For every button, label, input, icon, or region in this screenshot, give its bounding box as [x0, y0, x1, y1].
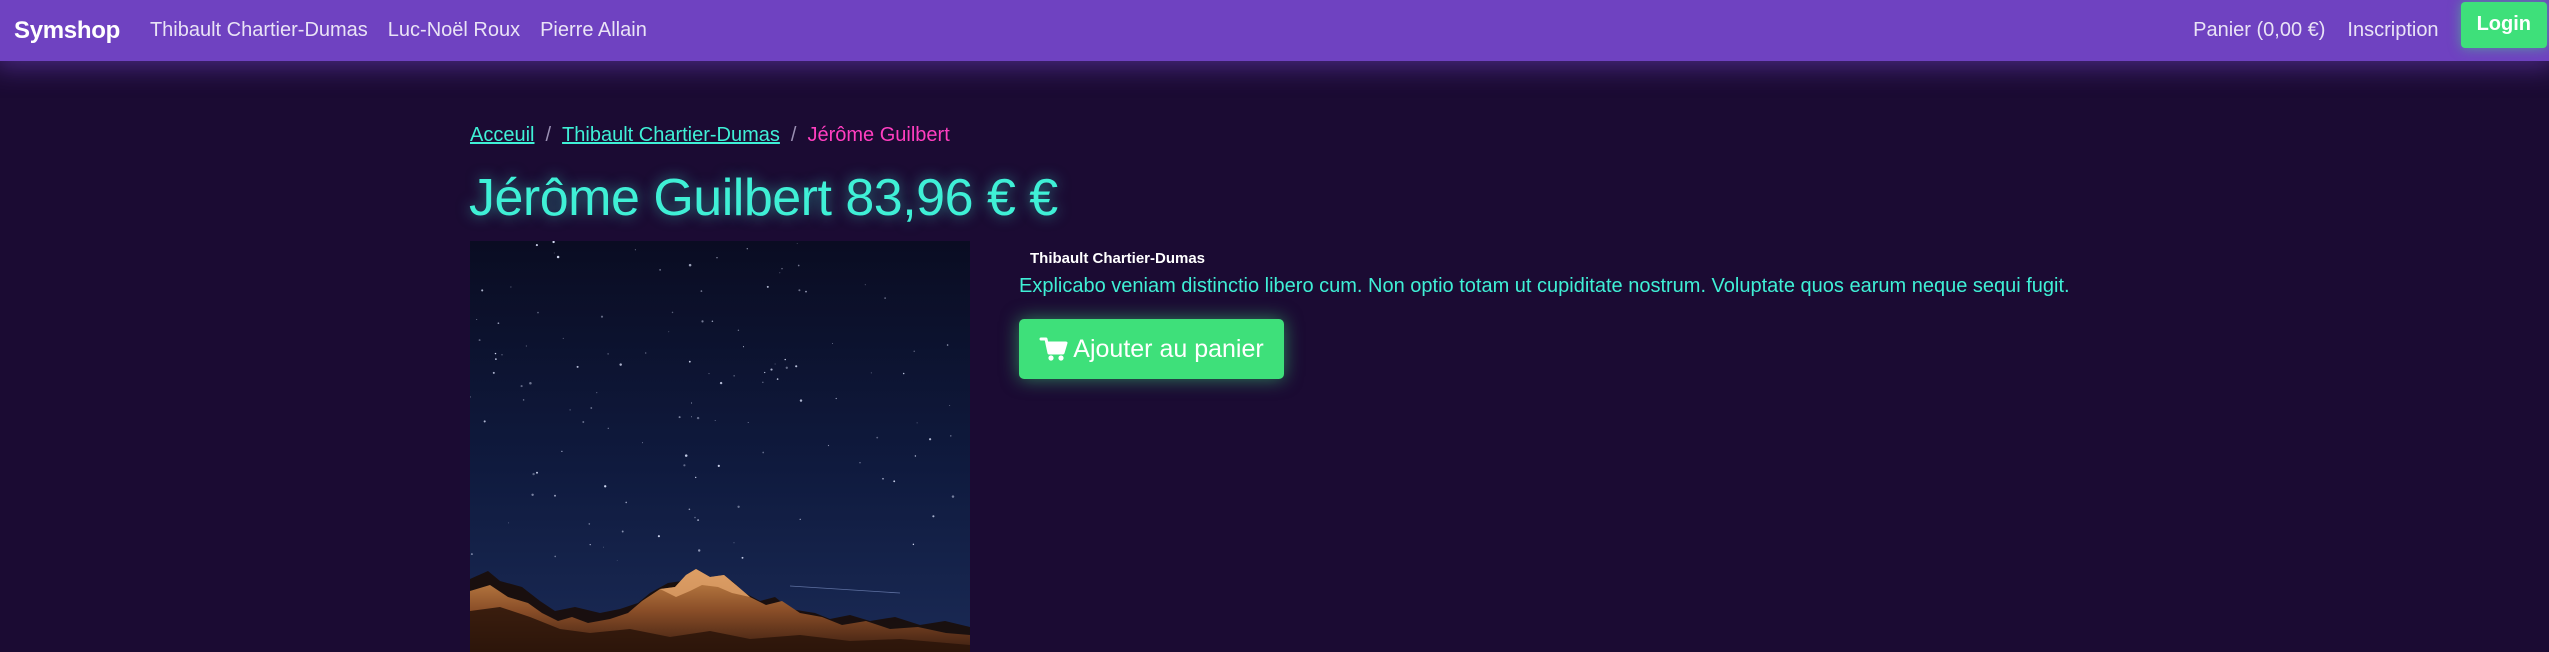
top-navbar: Symshop Thibault Chartier-Dumas Luc-Noël…: [0, 0, 2549, 61]
seller-name: Thibault Chartier-Dumas: [1030, 250, 1206, 267]
breadcrumb-current: Jérôme Guilbert: [807, 124, 950, 146]
breadcrumb-separator: /: [545, 124, 552, 146]
breadcrumb-category-link[interactable]: Thibault Chartier-Dumas: [562, 124, 780, 147]
cart-link[interactable]: Panier (0,00 €): [2193, 19, 2325, 42]
brand-link[interactable]: Symshop: [14, 17, 120, 45]
nav-link-category-1[interactable]: Thibault Chartier-Dumas: [150, 19, 368, 42]
login-button[interactable]: Login: [2460, 1, 2547, 48]
add-to-cart-button[interactable]: Ajouter au panier: [1019, 319, 1284, 379]
breadcrumb: Acceuil / Thibault Chartier-Dumas / Jérô…: [470, 124, 950, 147]
product-description: Explicabo veniam distinctio libero cum. …: [1019, 275, 2070, 297]
nav-link-category-2[interactable]: Luc-Noël Roux: [388, 19, 520, 42]
cart-icon: [1039, 334, 1069, 364]
register-link[interactable]: Inscription: [2347, 19, 2438, 42]
nav-link-category-3[interactable]: Pierre Allain: [540, 19, 647, 42]
nav-right: Panier (0,00 €) Inscription Login: [2193, 0, 2549, 61]
product-image: [470, 241, 970, 652]
nav-left: Symshop Thibault Chartier-Dumas Luc-Noël…: [14, 17, 667, 45]
breadcrumb-separator: /: [790, 124, 797, 146]
add-to-cart-label: Ajouter au panier: [1073, 334, 1264, 363]
breadcrumb-home-link[interactable]: Acceuil: [470, 124, 534, 147]
product-title: Jérôme Guilbert 83,96 € €: [469, 169, 1058, 227]
